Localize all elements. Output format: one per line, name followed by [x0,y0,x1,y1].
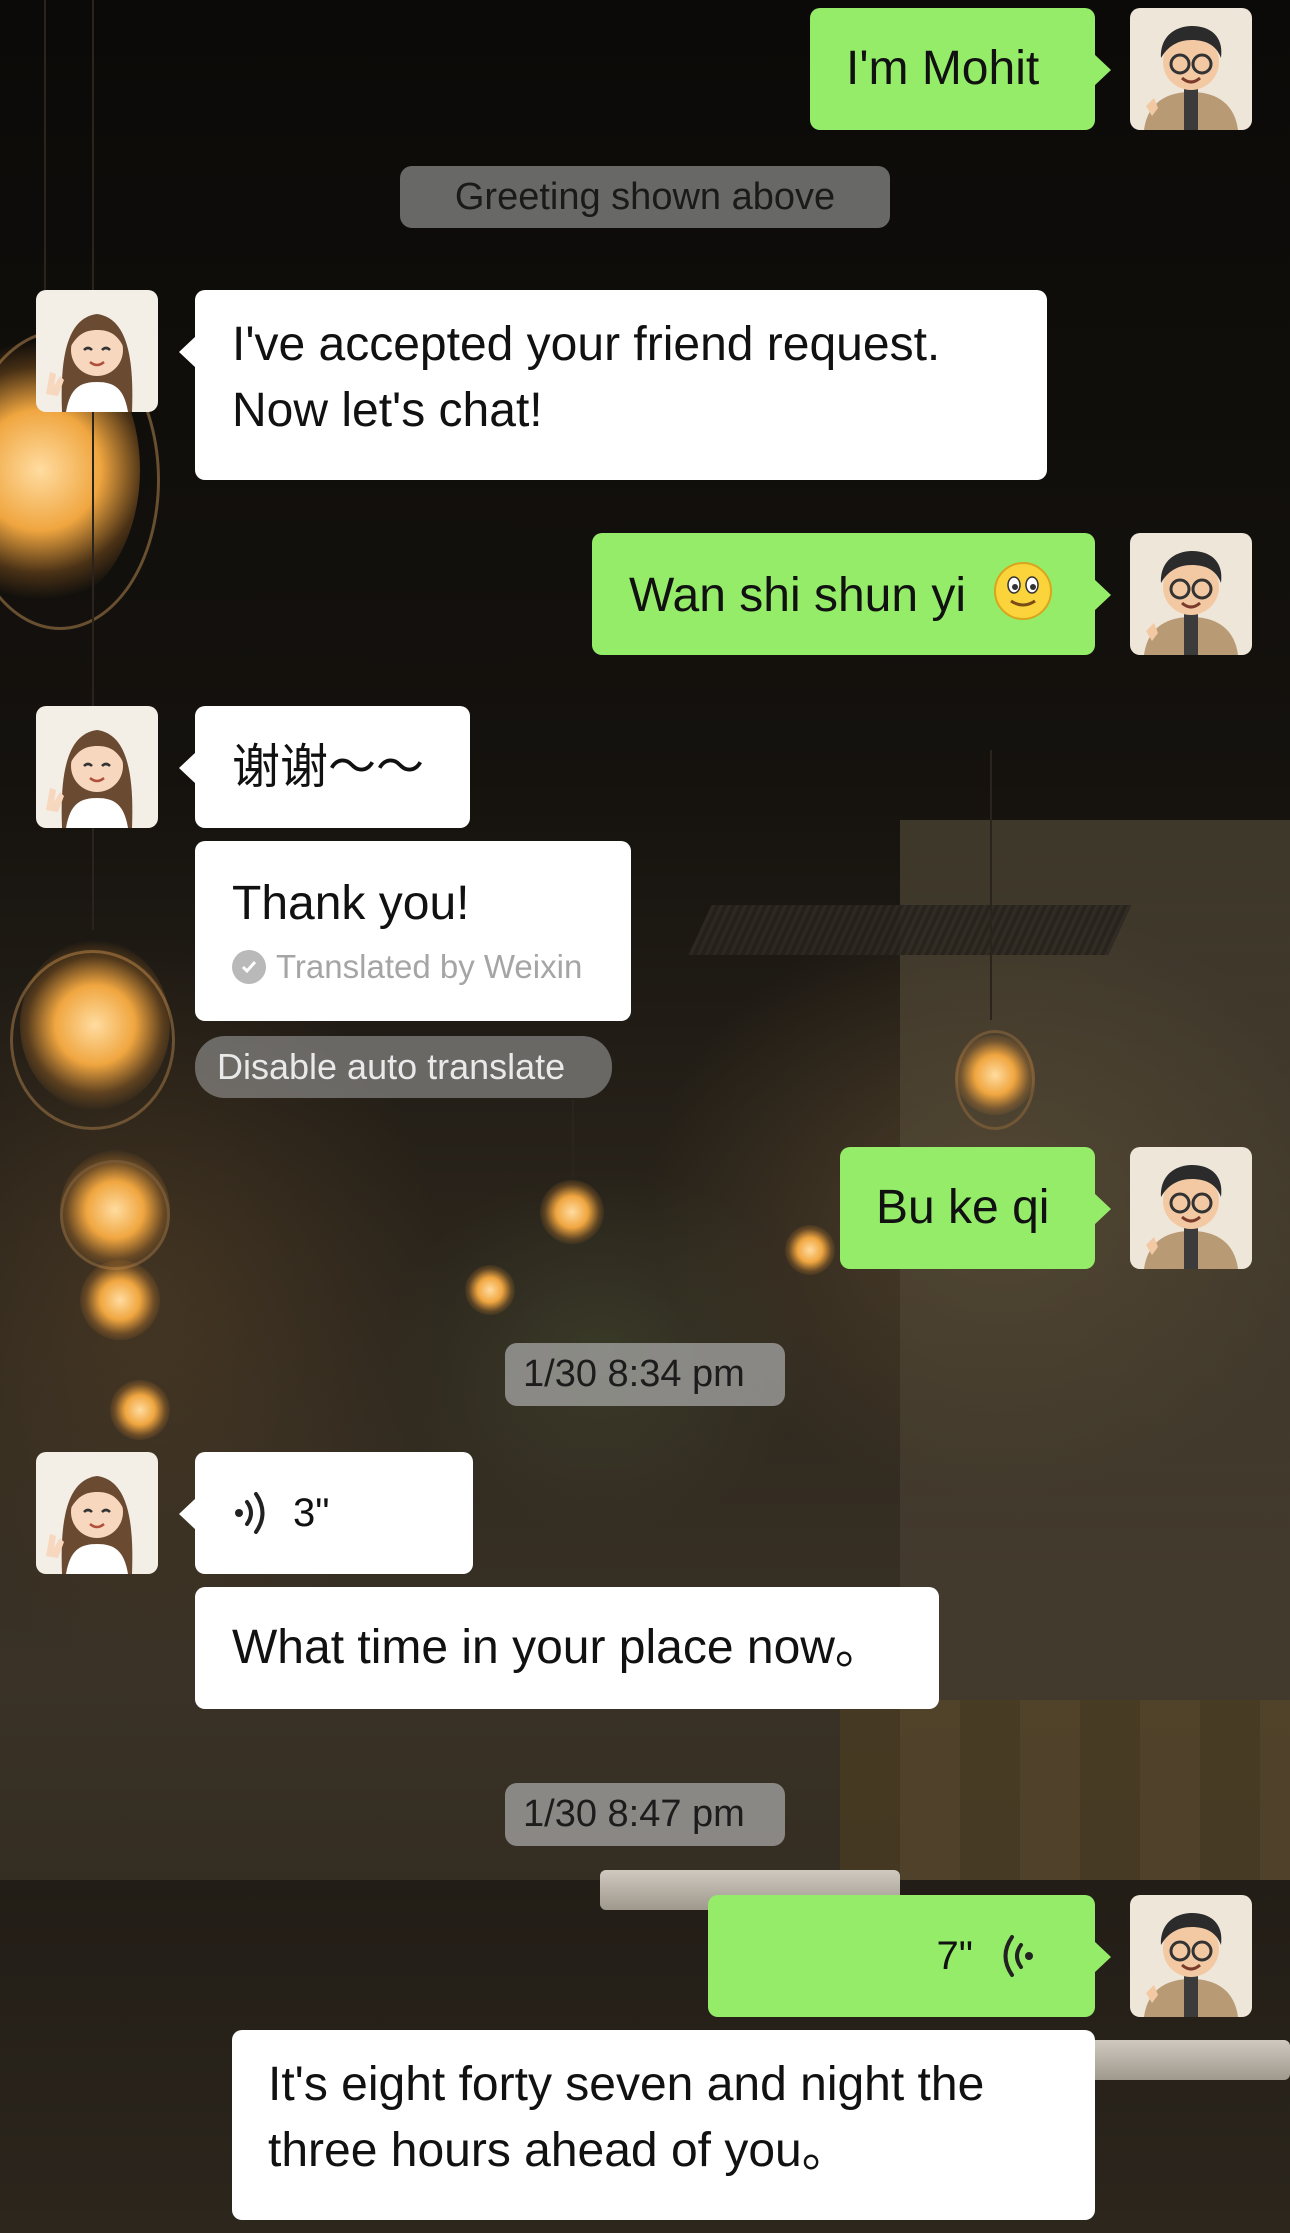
voice-message-outgoing[interactable]: 7" [708,1895,1111,2017]
message-bubble-incoming[interactable]: What time in your place now。 [195,1587,939,1709]
transcript-text: It's eight forty seven and night the thr… [268,2058,985,2177]
translation-bubble[interactable]: Thank you! Translated by Weixin [195,841,631,1021]
timestamp-text: 1/30 8:34 pm [523,1353,745,1395]
message-text: Bu ke qi [876,1181,1050,1234]
translation-source: Translated by Weixin [232,947,631,987]
message-text: I've accepted your friend request. Now l… [232,318,941,437]
my-avatar[interactable] [1130,1147,1252,1269]
message-bubble-outgoing[interactable]: Wan shi shun yi [592,533,1111,655]
voice-duration: 3" [293,1491,330,1535]
message-bubble-outgoing[interactable]: Bu ke qi [840,1147,1111,1269]
message-bubble-incoming[interactable]: 谢谢～～ [179,706,470,828]
message-text: I'm Mohit [846,42,1040,95]
timestamp: 1/30 8:34 pm [505,1343,785,1406]
disable-auto-translate-label: Disable auto translate [217,1046,566,1087]
message-text: What time in your place now。 [232,1621,883,1674]
voice-message-incoming[interactable]: 3" [179,1452,473,1574]
message-text: 谢谢～～ [232,739,425,795]
contact-avatar[interactable] [36,706,158,828]
my-avatar[interactable] [1130,533,1252,655]
my-avatar[interactable] [1130,1895,1252,2017]
timestamp: 1/30 8:47 pm [505,1783,785,1846]
system-notice: Greeting shown above [400,166,890,228]
voice-wave-icon [231,1488,271,1538]
voice-duration: 7" [936,1934,973,1978]
translated-text: Thank you! [232,877,470,930]
disable-auto-translate-button[interactable]: Disable auto translate [195,1036,612,1098]
message-text: Wan shi shun yi [629,569,967,622]
chat-thread[interactable]: I'm Mohit Greeting shown above I've acce… [0,0,1290,2233]
voice-wave-icon [997,1931,1037,1981]
timestamp-text: 1/30 8:47 pm [523,1793,745,1835]
message-bubble-outgoing[interactable]: I'm Mohit [810,8,1111,130]
my-avatar[interactable] [1130,8,1252,130]
smile-emoji-icon [993,561,1053,621]
system-notice-text: Greeting shown above [454,176,836,218]
check-circle-icon [232,950,266,984]
message-bubble-incoming[interactable]: I've accepted your friend request. Now l… [179,290,1047,480]
translated-by-label: Translated by Weixin [276,948,583,985]
voice-transcript-bubble[interactable]: It's eight forty seven and night the thr… [232,2030,1095,2220]
contact-avatar[interactable] [36,1452,158,1574]
contact-avatar[interactable] [36,290,158,412]
